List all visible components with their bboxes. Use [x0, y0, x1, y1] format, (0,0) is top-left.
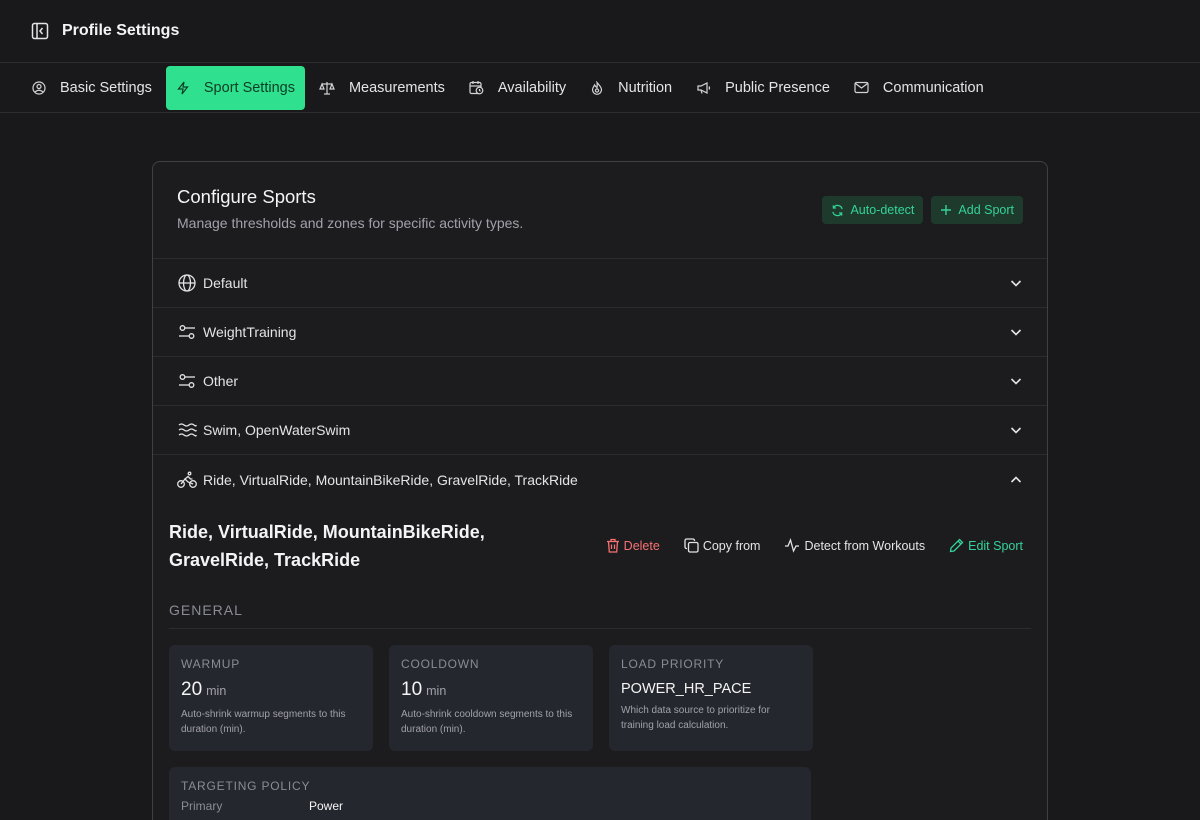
sport-row-swim[interactable]: Swim, OpenWaterSwim: [153, 406, 1047, 455]
add-sport-button[interactable]: Add Sport: [931, 196, 1023, 224]
pencil-icon: [949, 538, 964, 553]
warmup-number: 20: [181, 679, 203, 700]
sport-row-label: Default: [203, 275, 248, 291]
load-priority-label: LOAD PRIORITY: [621, 657, 725, 671]
cooldown-number: 10: [401, 679, 423, 700]
chevron-down-icon[interactable]: [1009, 325, 1023, 339]
add-sport-label: Add Sport: [958, 203, 1014, 217]
card-header: Configure Sports Manage thresholds and z…: [153, 162, 1047, 259]
refresh-icon: [832, 204, 844, 216]
warmup-label: WARMUP: [181, 657, 241, 671]
section-general-label: GENERAL: [169, 602, 1031, 629]
edit-sport-label: Edit Sport: [968, 538, 1023, 553]
globe-icon: [177, 273, 197, 293]
calendar-clock-icon: [469, 81, 484, 95]
sport-row-label: Ride, VirtualRide, MountainBikeRide, Gra…: [203, 471, 578, 488]
sport-row-default[interactable]: Default: [153, 259, 1047, 308]
lightning-icon: [177, 81, 189, 94]
tab-availability[interactable]: Availability: [459, 66, 576, 110]
settings-tabs: Basic Settings Sport Settings Measuremen…: [0, 63, 1200, 113]
waves-icon: [177, 420, 197, 440]
sport-detail-panel: Ride, VirtualRide, MountainBikeRide, Gra…: [153, 504, 1047, 820]
warmup-value: 20 min: [181, 679, 361, 701]
megaphone-icon: [697, 81, 711, 94]
delete-label: Delete: [623, 538, 660, 553]
chevron-down-icon[interactable]: [1009, 374, 1023, 388]
warmup-description: Auto-shrink warmup segments to this dura…: [181, 709, 346, 735]
detect-from-workouts-button[interactable]: Detect from Workouts: [784, 538, 925, 553]
copy-from-label: Copy from: [702, 538, 761, 553]
page-title: Profile Settings: [62, 22, 180, 39]
sliders-icon: [177, 322, 197, 342]
sport-row-label: Swim, OpenWaterSwim: [203, 422, 351, 438]
configure-sports-card: Configure Sports Manage thresholds and z…: [152, 161, 1048, 820]
tab-label: Basic Settings: [60, 79, 152, 96]
tab-label: Availability: [497, 79, 567, 96]
tab-label: Sport Settings: [203, 79, 295, 96]
detect-label: Detect from Workouts: [804, 538, 926, 553]
warmup-stat: WARMUP 20 min Auto-shrink warmup segments…: [169, 645, 373, 751]
cooldown-value: 10 min: [401, 679, 581, 701]
targeting-policy-label: TARGETING POLICY: [181, 779, 311, 793]
edit-sport-button[interactable]: Edit Sport: [949, 538, 1023, 553]
tab-basic-settings[interactable]: Basic Settings: [22, 66, 162, 110]
sliders-icon: [177, 371, 197, 391]
cooldown-label: COOLDOWN: [401, 657, 480, 671]
tab-nutrition[interactable]: Nutrition: [580, 66, 682, 110]
tab-label: Public Presence: [725, 79, 830, 96]
targeting-primary-row: Primary Power: [181, 799, 799, 813]
cooldown-stat: COOLDOWN 10 min Auto-shrink cooldown segm…: [389, 645, 593, 751]
load-priority-description: Which data source to prioritize for trai…: [621, 705, 770, 731]
sidebar-collapse-icon[interactable]: [30, 21, 50, 41]
primary-key: Primary: [181, 799, 223, 813]
chevron-down-icon[interactable]: [1009, 276, 1023, 290]
tab-communication[interactable]: Communication: [844, 66, 994, 110]
bike-icon: [177, 470, 197, 490]
trash-icon: [606, 538, 619, 553]
plus-icon: [941, 205, 952, 215]
mail-icon: [854, 81, 869, 94]
chevron-up-icon[interactable]: [1009, 473, 1023, 487]
warmup-unit: min: [206, 684, 227, 698]
sport-row-label: WeightTraining: [203, 324, 297, 340]
sport-detail-title: Ride, VirtualRide, MountainBikeRide, Gra…: [169, 522, 485, 570]
tab-public-presence[interactable]: Public Presence: [686, 66, 840, 110]
load-priority-value: POWER_HR_PACE: [621, 681, 752, 697]
copy-from-button[interactable]: Copy from: [684, 538, 761, 553]
auto-detect-label: Auto-detect: [850, 203, 915, 217]
user-circle-icon: [32, 80, 46, 95]
auto-detect-button[interactable]: Auto-detect: [822, 196, 924, 224]
tab-sport-settings[interactable]: Sport Settings: [165, 65, 305, 110]
tab-label: Measurements: [348, 79, 445, 96]
targeting-policy-card: TARGETING POLICY Primary Power: [169, 767, 811, 820]
cooldown-unit: min: [426, 684, 447, 698]
sport-row-label: Other: [203, 373, 239, 389]
sport-row-ride[interactable]: Ride, VirtualRide, MountainBikeRide, Gra…: [153, 455, 1047, 504]
scale-icon: [319, 81, 335, 95]
tab-label: Nutrition: [618, 79, 673, 96]
load-priority-stat: LOAD PRIORITY POWER_HR_PACE Which data s…: [609, 645, 813, 751]
tab-label: Communication: [882, 79, 984, 96]
sport-row-weighttraining[interactable]: WeightTraining: [153, 308, 1047, 357]
top-bar: Profile Settings: [0, 0, 1200, 63]
chevron-down-icon[interactable]: [1009, 423, 1023, 437]
primary-value: Power: [309, 799, 344, 813]
cooldown-description: Auto-shrink cooldown segments to this du…: [401, 709, 573, 735]
copy-icon: [684, 538, 699, 553]
activity-icon: [785, 538, 800, 553]
delete-sport-button[interactable]: Delete: [606, 538, 660, 553]
sport-row-other[interactable]: Other: [153, 357, 1047, 406]
tab-measurements[interactable]: Measurements: [309, 66, 455, 110]
flame-icon: [592, 80, 603, 95]
